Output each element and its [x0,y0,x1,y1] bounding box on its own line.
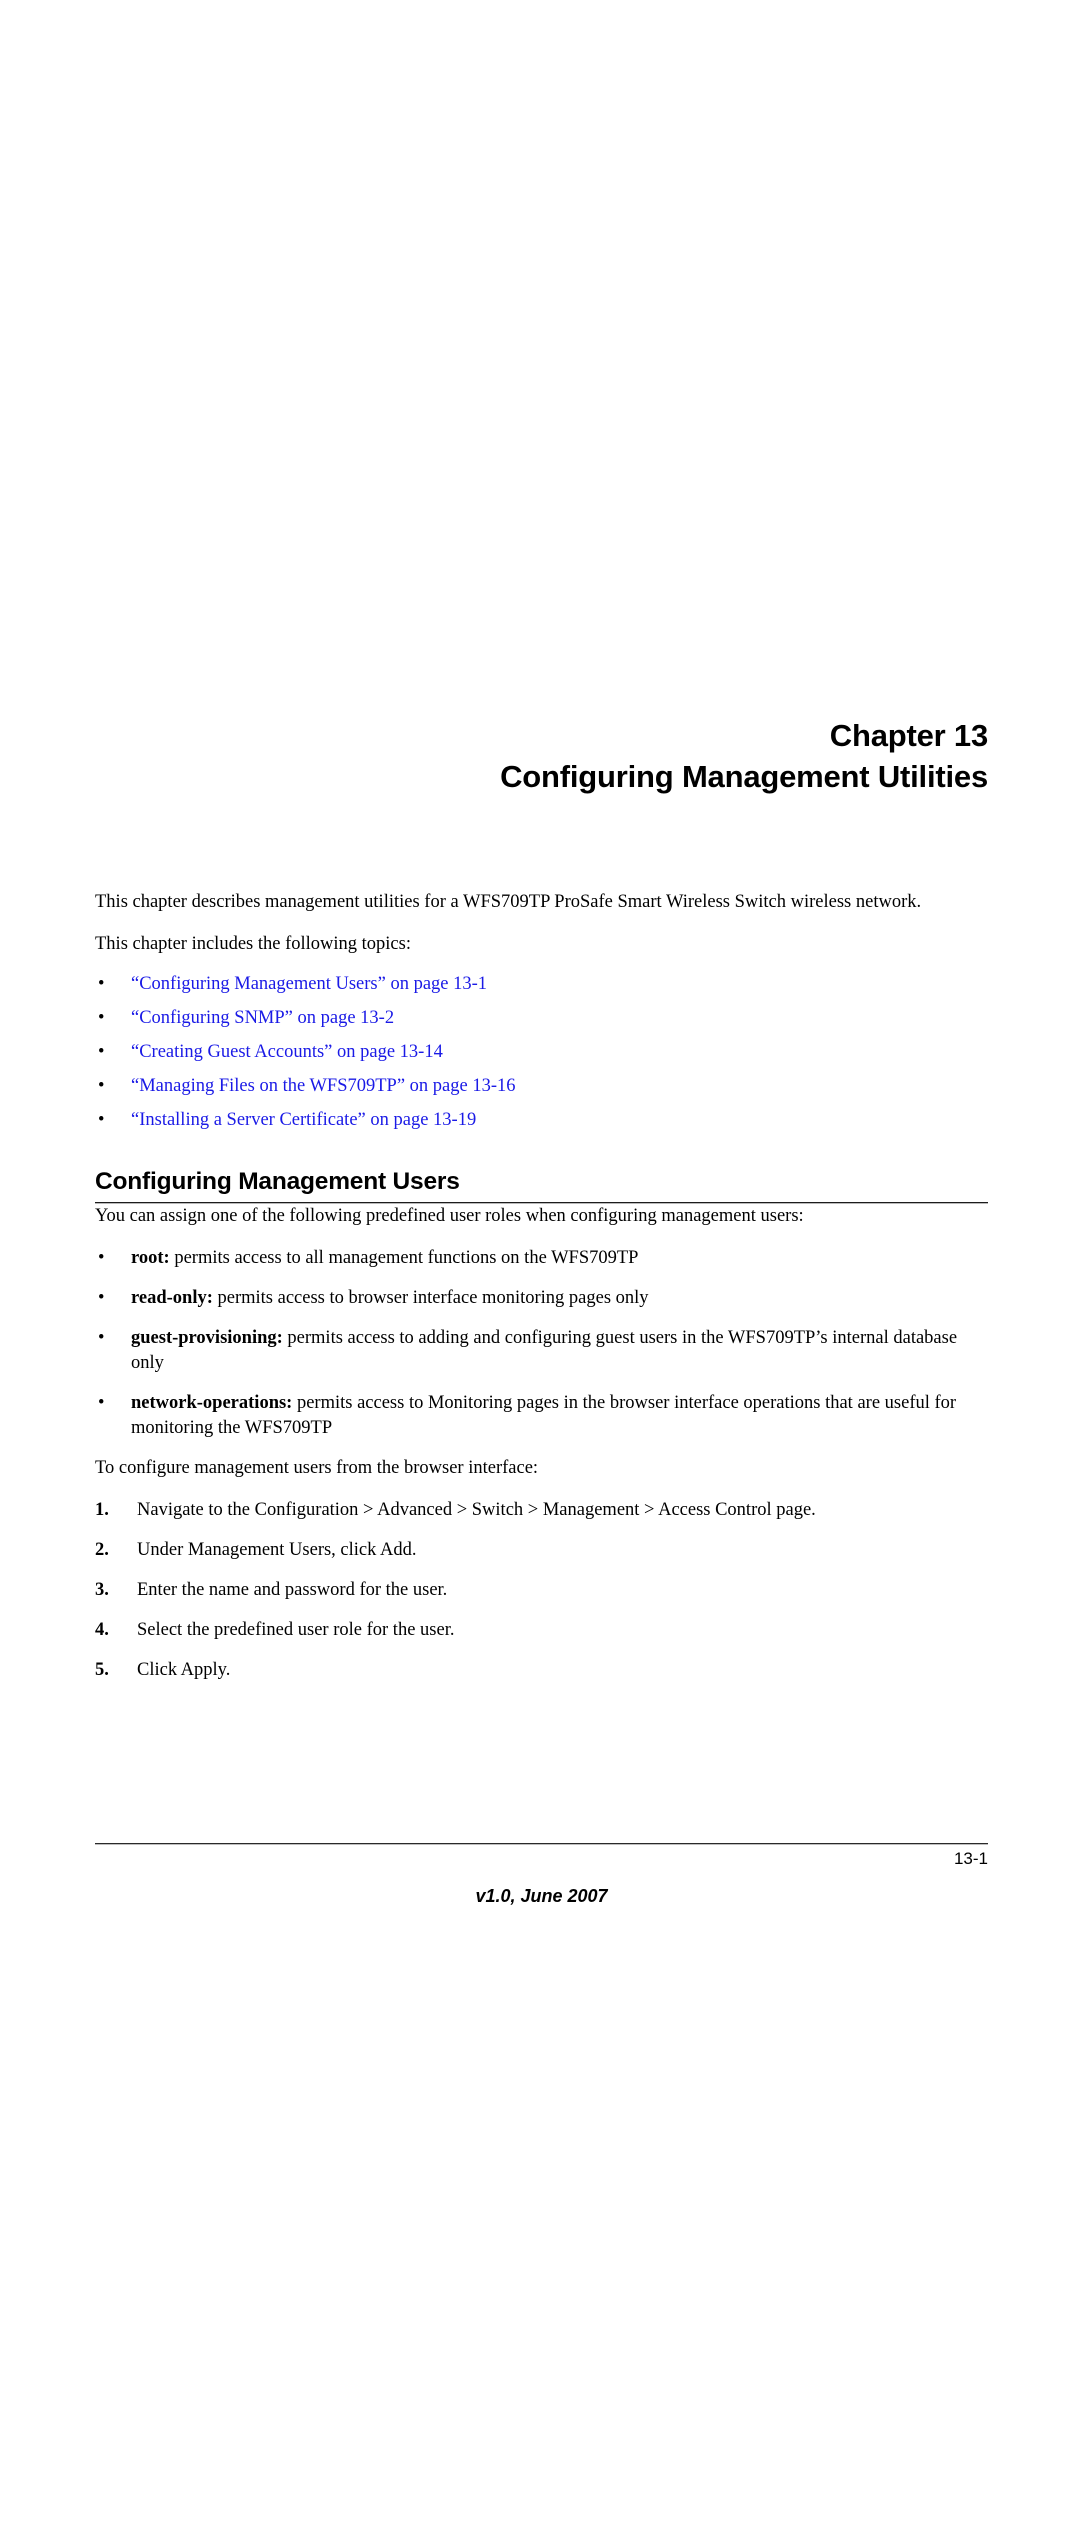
toc-link-installing-server-certificate[interactable]: “Installing a Server Certificate” on pag… [131,1110,476,1130]
user-roles-list: • root: permits access to all management… [95,1246,988,1441]
bullet-icon: • [98,1076,105,1096]
list-item[interactable]: • “Configuring Management Users” on page… [95,972,988,997]
bullet-icon: • [98,974,105,994]
list-item[interactable]: • “Configuring SNMP” on page 13-2 [95,1006,988,1031]
step-text: Select the predefined user role for the … [137,1620,455,1640]
list-item: 5. Click Apply. [95,1658,988,1683]
steps-lead-paragraph: To configure management users from the b… [95,1458,539,1478]
role-term: root: [131,1248,170,1268]
toc-link-managing-files[interactable]: “Managing Files on the WFS709TP” on page… [131,1076,516,1096]
step-number: 1. [95,1500,109,1520]
list-item: • network-operations: permits access to … [95,1391,988,1441]
bullet-icon: • [98,1288,105,1308]
list-item: 1. Navigate to the Configuration > Advan… [95,1498,988,1523]
bullet-icon: • [98,1393,105,1413]
list-item: 3. Enter the name and password for the u… [95,1578,988,1603]
chapter-number: Chapter 13 [829,718,988,753]
list-item: 4. Select the predefined user role for t… [95,1618,988,1643]
document-page: Chapter 13 Configuring Management Utilit… [0,0,1080,2532]
list-item: • read-only: permits access to browser i… [95,1286,988,1311]
bullet-icon: • [98,1042,105,1062]
list-item: • guest-provisioning: permits access to … [95,1326,988,1376]
chapter-title: Configuring Management Utilities [500,759,988,794]
list-item[interactable]: • “Creating Guest Accounts” on page 13-1… [95,1040,988,1065]
chapter-topics-list: • “Configuring Management Users” on page… [95,972,988,1133]
step-number: 2. [95,1540,109,1560]
toc-link-configuring-snmp[interactable]: “Configuring SNMP” on page 13-2 [131,1008,394,1028]
section-heading: Configuring Management Users [95,1168,460,1195]
list-item: 2. Under Management Users, click Add. [95,1538,988,1563]
document-body: This chapter describes management utilit… [95,890,988,1683]
role-term: read-only: [131,1288,213,1308]
role-term: guest-provisioning: [131,1328,283,1348]
list-item[interactable]: • “Managing Files on the WFS709TP” on pa… [95,1074,988,1099]
step-number: 3. [95,1580,109,1600]
bullet-icon: • [98,1328,105,1348]
list-item[interactable]: • “Installing a Server Certificate” on p… [95,1108,988,1133]
role-description: permits access to browser interface moni… [212,1288,649,1308]
bullet-icon: • [98,1248,105,1268]
step-text: Enter the name and password for the user… [137,1580,448,1600]
bullet-icon: • [98,1008,105,1028]
toc-link-configuring-management-users[interactable]: “Configuring Management Users” on page 1… [131,974,487,994]
toc-link-creating-guest-accounts[interactable]: “Creating Guest Accounts” on page 13-14 [131,1042,443,1062]
list-item: • root: permits access to all management… [95,1246,988,1271]
step-text: Navigate to the Configuration > Advanced… [137,1500,816,1520]
step-number: 4. [95,1620,109,1640]
step-number: 5. [95,1660,109,1680]
footer-page-number: 13-1 [953,1849,988,1868]
intro-description: This chapter describes management utilit… [95,892,922,912]
footer-rule [95,1843,988,1845]
chapter-title-block: Chapter 13 Configuring Management Utilit… [95,715,988,797]
topics-lead: This chapter includes the following topi… [95,934,411,954]
footer-version: v1.0, June 2007 [475,1886,608,1906]
step-text: Click Apply. [137,1660,231,1680]
bullet-icon: • [98,1110,105,1130]
role-term: network-operations: [131,1393,293,1413]
role-description: permits access to all management functio… [169,1248,639,1268]
roles-lead-paragraph: You can assign one of the following pred… [95,1206,804,1226]
configuration-steps-list: 1. Navigate to the Configuration > Advan… [95,1498,988,1683]
step-text: Under Management Users, click Add. [137,1540,417,1560]
